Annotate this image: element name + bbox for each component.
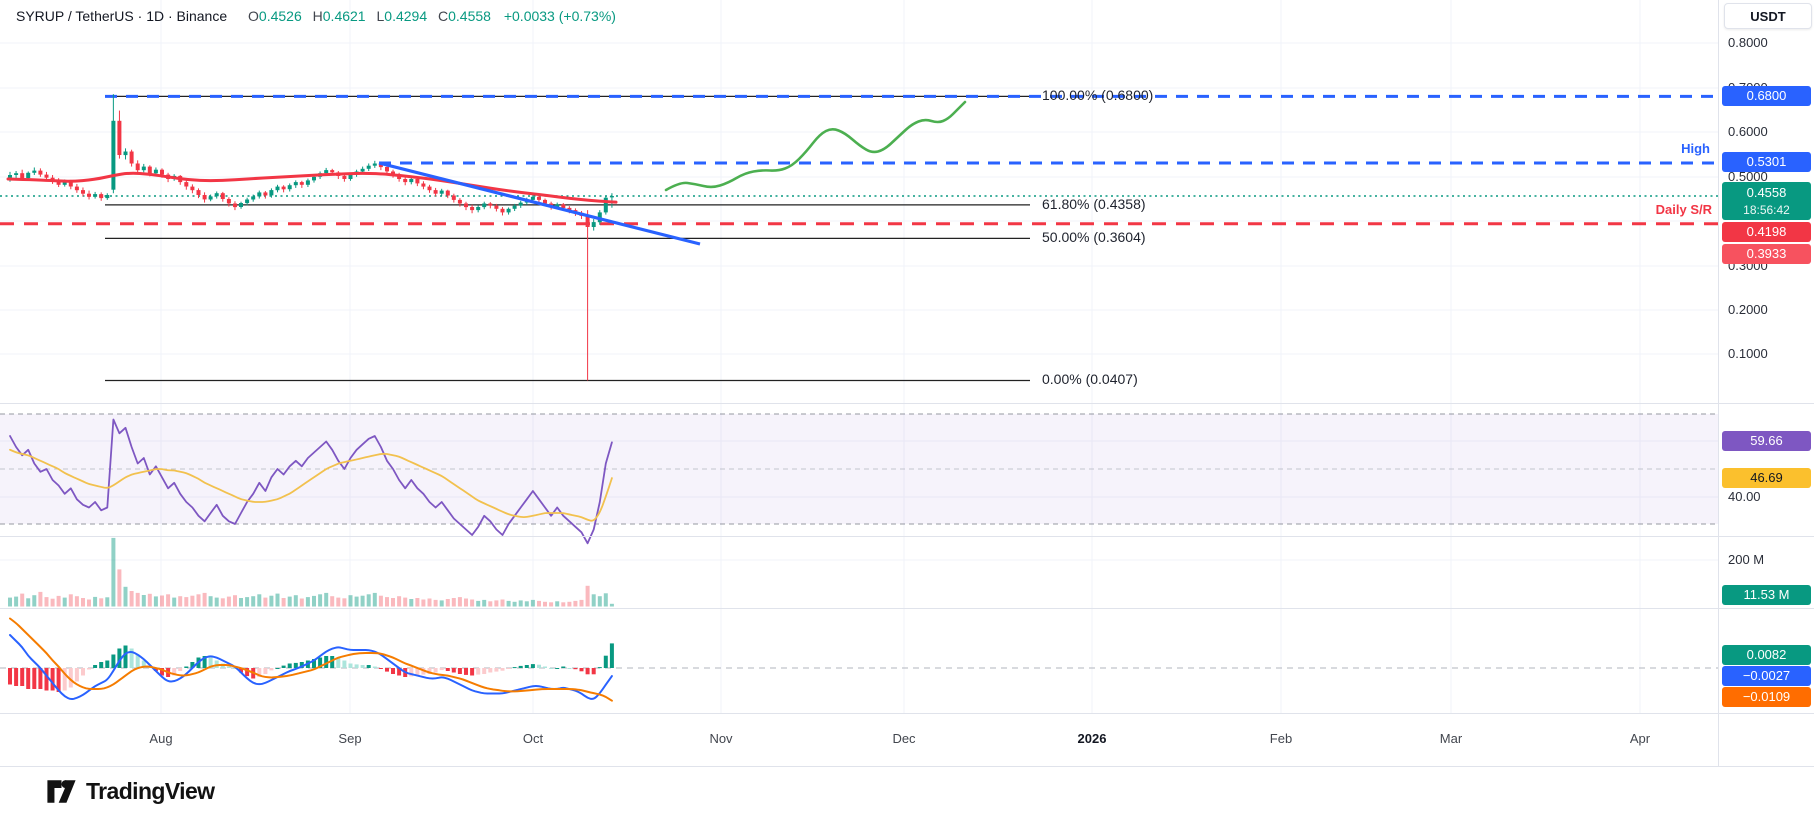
high-label: H	[313, 8, 323, 24]
price-badge: −0.0109	[1722, 687, 1811, 707]
time-axis-label: Dec	[892, 731, 915, 746]
symbol-ohlc-header[interactable]: SYRUP / TetherUS · 1D · Binance O0.4526 …	[16, 8, 616, 24]
price-badge: 0.6800	[1722, 86, 1811, 106]
price-scale-label: 40.00	[1728, 489, 1761, 504]
tradingview-logo-text: TradingView	[86, 778, 214, 805]
price-badge: −0.0027	[1722, 666, 1811, 686]
tradingview-chart-page: SYRUP / TetherUS · 1D · Binance O0.4526 …	[0, 0, 1814, 827]
chart-bottom-border	[0, 766, 1814, 767]
close-value: 0.4558	[448, 8, 491, 24]
time-axis-label: Mar	[1440, 731, 1462, 746]
time-axis-label: Oct	[523, 731, 543, 746]
tradingview-logo-icon	[46, 778, 77, 805]
open-value: 0.4526	[259, 8, 302, 24]
fib-level-label[interactable]: 50.00% (0.3604)	[1042, 229, 1146, 245]
time-axis-label: Sep	[338, 731, 361, 746]
time-axis-label: Nov	[709, 731, 732, 746]
price-scale-label: 200 M	[1728, 552, 1764, 567]
open-label: O	[248, 8, 259, 24]
price-badge: 59.66	[1722, 431, 1811, 451]
price-scale-label: 0.6000	[1728, 124, 1768, 139]
fib-level-label[interactable]: 61.80% (0.4358)	[1042, 196, 1146, 212]
daily-sr-label: Daily S/R	[1656, 202, 1712, 217]
tradingview-logo[interactable]: TradingView	[46, 778, 214, 805]
symbol-title[interactable]: SYRUP / TetherUS · 1D · Binance	[16, 8, 227, 24]
price-scale-label: 0.1000	[1728, 346, 1768, 361]
time-axis-label: Feb	[1270, 731, 1292, 746]
price-badge: 0.0082	[1722, 645, 1811, 665]
price-badge: 11.53 M	[1722, 585, 1811, 605]
change-value: +0.0033 (+0.73%)	[504, 8, 616, 24]
pane-divider-main-rsi[interactable]	[0, 403, 1814, 404]
currency-toggle-button[interactable]: USDT	[1724, 3, 1812, 29]
price-scale[interactable]: 0.80000.70000.60000.50000.30000.20000.10…	[1719, 0, 1814, 766]
fib-level-label[interactable]: 100.00% (0.6800)	[1042, 87, 1153, 103]
chart-canvas[interactable]	[0, 0, 1718, 768]
close-label: C	[438, 8, 448, 24]
fib-level-label[interactable]: 0.00% (0.0407)	[1042, 371, 1138, 387]
time-axis-label: Aug	[149, 731, 172, 746]
low-value: 0.4294	[384, 8, 427, 24]
price-scale-label: 0.2000	[1728, 302, 1768, 317]
countdown-timer: 18:56:42	[1743, 202, 1790, 218]
price-badge: 0.455818:56:42	[1722, 182, 1811, 220]
price-badge: 0.3933	[1722, 244, 1811, 264]
time-axis-label: Apr	[1630, 731, 1650, 746]
high-line-label: High	[1681, 141, 1710, 156]
pane-divider-rsi-volume[interactable]	[0, 536, 1814, 537]
price-badge: 0.4198	[1722, 222, 1811, 242]
price-badge: 46.69	[1722, 468, 1811, 488]
price-scale-label: 0.8000	[1728, 35, 1768, 50]
price-badge: 0.5301	[1722, 152, 1811, 172]
high-value: 0.4621	[323, 8, 366, 24]
time-axis-label: 2026	[1078, 731, 1107, 746]
pane-divider-volume-macd[interactable]	[0, 608, 1814, 609]
